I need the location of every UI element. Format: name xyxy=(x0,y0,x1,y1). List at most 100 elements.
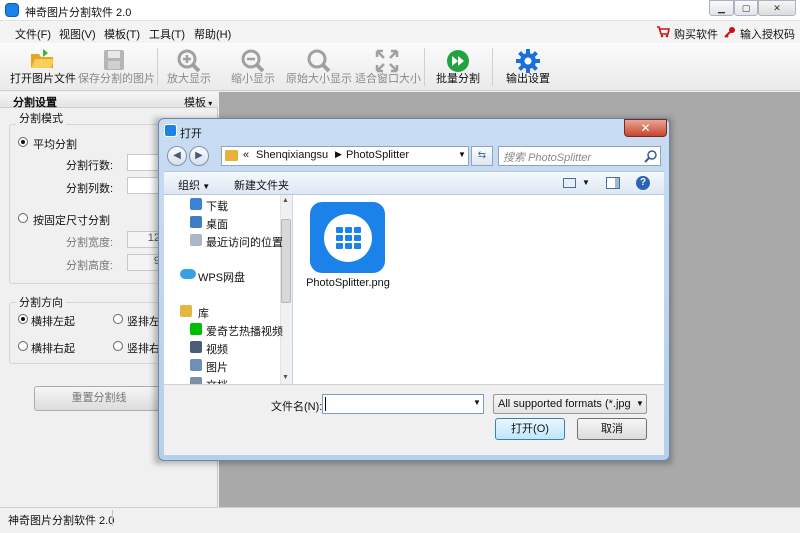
original-size-button[interactable]: 原始大小显示 xyxy=(286,46,352,88)
view-icon[interactable] xyxy=(563,178,576,188)
menu-help[interactable]: 帮助(H) xyxy=(194,26,231,42)
filename-input[interactable] xyxy=(322,394,484,414)
panel-header-title: 分割设置 xyxy=(13,97,57,109)
file-type-value: All supported formats (*.jpg xyxy=(498,398,631,410)
library-icon xyxy=(180,305,192,317)
height-label: 分割高度: xyxy=(66,260,114,272)
forward-icon[interactable]: ▶ xyxy=(189,146,209,166)
open-image-button[interactable]: 打开图片文件 xyxy=(10,46,76,88)
nav-item-recent[interactable]: 最近访问的位置 xyxy=(206,234,283,250)
rows-label: 分割行数: xyxy=(66,160,114,172)
nav-item-iqiyi[interactable]: 爱奇艺热播视频 xyxy=(206,323,283,339)
toolbar-separator xyxy=(492,48,493,86)
document-icon xyxy=(190,377,202,384)
cloud-icon xyxy=(180,269,196,279)
template-dropdown[interactable]: 模板 ▾ xyxy=(184,94,212,110)
toolbar-separator xyxy=(424,48,425,86)
folder-open-icon xyxy=(29,48,55,70)
menu-view[interactable]: 视图(V) xyxy=(59,26,96,42)
scroll-down-icon[interactable]: ▼ xyxy=(282,374,289,381)
maximize-button[interactable]: ▢ xyxy=(734,0,758,16)
file-name[interactable]: PhotoSplitter.png xyxy=(306,277,390,290)
folder-icon xyxy=(225,150,238,161)
iqiyi-icon xyxy=(190,323,202,335)
filename-dropdown-icon[interactable]: ▼ xyxy=(473,398,481,407)
chevron-down-icon: ▾ xyxy=(206,99,213,108)
dialog-close-button[interactable]: ✕ xyxy=(624,119,667,137)
file-type-select[interactable]: All supported formats (*.jpg xyxy=(493,394,647,414)
help-icon[interactable]: ? xyxy=(636,176,650,190)
view-dropdown-icon[interactable]: ▼ xyxy=(582,178,590,187)
cart-icon xyxy=(656,25,670,38)
breadcrumb-shenqixiangsu[interactable]: Shenqixiangsu xyxy=(256,149,328,161)
toolbar-separator xyxy=(157,48,158,86)
even-split-label: 平均分割 xyxy=(33,139,77,151)
direction-group-title: 分割方向 xyxy=(16,294,66,310)
recent-places-icon xyxy=(190,234,202,246)
search-icon xyxy=(644,149,658,163)
fixed-split-radio[interactable] xyxy=(18,213,28,223)
dialog-app-icon xyxy=(164,124,177,137)
batch-split-button[interactable]: 批量分割 xyxy=(432,46,484,88)
breadcrumb-overflow[interactable]: « xyxy=(243,149,249,161)
menu-tools[interactable]: 工具(T) xyxy=(149,26,185,42)
nav-item-videos[interactable]: 视频 xyxy=(206,341,228,357)
open-button[interactable]: 打开(O) xyxy=(495,418,565,440)
cancel-button[interactable]: 取消 xyxy=(577,418,647,440)
download-icon xyxy=(190,198,202,210)
width-label: 分割宽度: xyxy=(66,237,114,249)
file-type-dropdown-icon[interactable]: ▼ xyxy=(636,399,644,408)
address-dropdown-icon[interactable]: ▼ xyxy=(458,150,466,159)
nav-item-documents[interactable]: 文档 xyxy=(206,377,228,384)
save-icon xyxy=(103,49,125,71)
status-bar xyxy=(0,507,800,533)
h-left-label: 横排左起 xyxy=(31,316,75,328)
h-left-radio[interactable] xyxy=(18,314,28,324)
desktop-icon xyxy=(190,216,202,228)
v-left-radio[interactable] xyxy=(113,314,123,324)
save-split-button[interactable]: 保存分割的图片 xyxy=(78,46,155,88)
organize-menu[interactable]: 组织 ▼ xyxy=(178,177,210,193)
nav-scrollbar-thumb[interactable] xyxy=(281,219,291,303)
refresh-icon[interactable]: ⇆ xyxy=(471,146,493,166)
h-right-radio[interactable] xyxy=(18,341,28,351)
menu-template[interactable]: 模板(T) xyxy=(104,26,140,42)
status-text: 神奇图片分割软件 2.0 xyxy=(8,515,115,527)
nav-item-pictures[interactable]: 图片 xyxy=(206,359,228,375)
scroll-up-icon[interactable]: ▲ xyxy=(282,197,289,204)
fit-window-button[interactable]: 适合窗口大小 xyxy=(355,46,421,88)
reset-lines-button[interactable]: 重置分割线 xyxy=(34,386,164,411)
app-icon xyxy=(5,3,19,17)
template-dropdown-label: 模板 xyxy=(184,97,206,109)
menu-file[interactable]: 文件(F) xyxy=(15,26,51,42)
nav-item-documents-row: 文档 xyxy=(164,375,280,384)
text-caret xyxy=(325,397,326,411)
even-split-radio[interactable] xyxy=(18,137,28,147)
organize-label: 组织 xyxy=(178,180,200,192)
filename-label: 文件名(N): xyxy=(271,401,323,413)
app-logo-icon xyxy=(324,214,372,262)
nav-item-desktop[interactable]: 桌面 xyxy=(206,216,228,232)
zoom-in-button[interactable]: 放大显示 xyxy=(164,46,214,88)
status-divider xyxy=(112,510,113,526)
file-thumbnail[interactable] xyxy=(310,202,385,273)
nav-item-library[interactable]: 库 xyxy=(198,305,209,321)
chevron-down-icon: ▼ xyxy=(200,182,211,191)
breadcrumb-photosplitter[interactable]: PhotoSplitter xyxy=(346,149,409,161)
zoom-out-button[interactable]: 缩小显示 xyxy=(228,46,278,88)
nav-item-download[interactable]: 下载 xyxy=(206,198,228,214)
close-button[interactable]: ✕ xyxy=(758,0,796,16)
minimize-button[interactable]: ▁ xyxy=(709,0,734,16)
dialog-title: 打开 xyxy=(180,128,202,140)
license-link[interactable]: 输入授权码 xyxy=(740,26,795,42)
v-right-radio[interactable] xyxy=(113,341,123,351)
output-settings-button[interactable]: 输出设置 xyxy=(500,46,556,88)
new-folder-button[interactable]: 新建文件夹 xyxy=(234,177,289,193)
cols-label: 分割列数: xyxy=(66,183,114,195)
nav-item-wps-cloud[interactable]: WPS网盘 xyxy=(198,269,245,285)
buy-link[interactable]: 购买软件 xyxy=(674,26,718,42)
app-title: 神奇图片分割软件 2.0 xyxy=(25,7,132,19)
preview-pane-icon[interactable] xyxy=(606,177,620,189)
back-icon[interactable]: ◀ xyxy=(167,146,187,166)
picture-icon xyxy=(190,359,202,371)
